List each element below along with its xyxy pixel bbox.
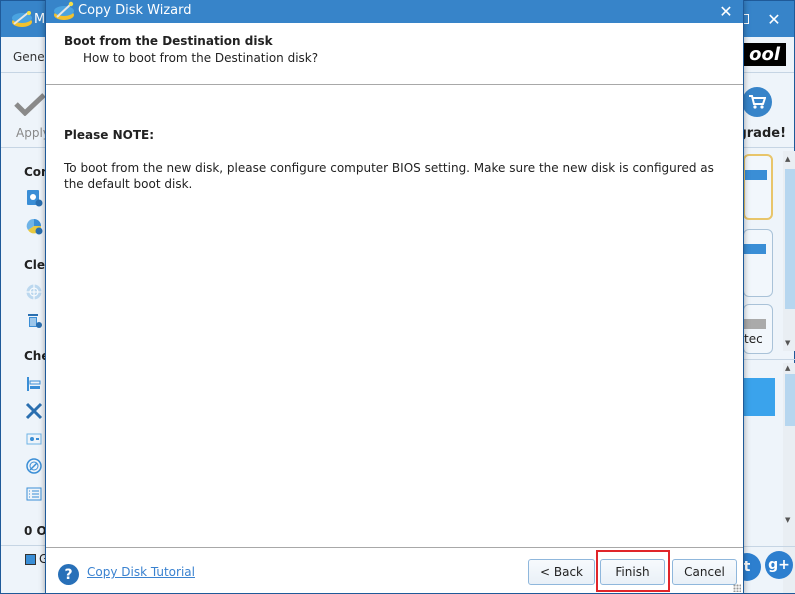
disk-card-selected[interactable]: [743, 154, 773, 220]
google-plus-icon[interactable]: g+: [765, 551, 793, 579]
wizard-body: Please NOTE: To boot from the new disk, …: [46, 86, 743, 546]
disk-usage-bar: [745, 170, 767, 180]
app-logo-icon: [12, 11, 32, 27]
step-subheading: How to boot from the Destination disk?: [83, 51, 319, 65]
disk-map-scroll-thumb[interactable]: [785, 169, 795, 309]
disk-card[interactable]: [743, 229, 773, 297]
disk-copy-icon[interactable]: [25, 189, 43, 207]
drive-icon[interactable]: [25, 430, 43, 448]
pending-operations-label: 0 O: [24, 524, 47, 538]
panel-divider: [743, 359, 795, 360]
disk-usage-bar: [744, 319, 766, 329]
finish-button[interactable]: Finish: [600, 559, 665, 585]
scroll-down-arrow[interactable]: ▼: [785, 516, 790, 524]
upgrade-label: grade!: [737, 126, 786, 141]
close-icon: ✕: [767, 9, 781, 29]
disk-usage-bar: [744, 244, 766, 254]
cancel-button[interactable]: Cancel: [672, 559, 737, 585]
wizard-logo-icon: [54, 1, 74, 20]
dialog-titlebar[interactable]: Copy Disk Wizard ✕: [46, 0, 743, 23]
scroll-up-arrow[interactable]: ▲: [785, 155, 790, 163]
partition-wizard-icon[interactable]: [25, 217, 43, 235]
trash-icon[interactable]: [25, 311, 43, 329]
checkmark-icon: [14, 93, 46, 116]
list-icon[interactable]: [25, 485, 43, 503]
panel-divider: [743, 546, 795, 547]
disk-label: tec: [744, 332, 763, 346]
dialog-title: Copy Disk Wizard: [78, 3, 192, 18]
disk-map-panel: tec ▲ ▼ ▲ ▼ t g+: [733, 149, 795, 594]
brand-logo: ool: [743, 43, 786, 66]
help-icon[interactable]: ?: [58, 564, 79, 585]
partition-list-scroll-thumb[interactable]: [785, 374, 795, 426]
wizard-step-header: Boot from the Destination disk How to bo…: [46, 23, 743, 85]
disk-wipe-icon[interactable]: [25, 283, 43, 301]
wizard-footer: ? Copy Disk Tutorial < Back Finish Cance…: [46, 547, 743, 594]
resize-grip[interactable]: [733, 584, 741, 592]
note-title: Please NOTE:: [64, 128, 155, 142]
tools-icon[interactable]: [25, 402, 43, 420]
partition-row-selected[interactable]: [743, 378, 775, 416]
step-heading: Boot from the Destination disk: [64, 34, 273, 48]
dialog-close-button[interactable]: ✕: [715, 0, 737, 22]
align-icon[interactable]: [25, 375, 43, 393]
cart-icon: [742, 87, 772, 117]
sidebar-divider: [1, 545, 49, 546]
copy-disk-wizard-dialog: Copy Disk Wizard ✕ Boot from the Destina…: [45, 0, 744, 594]
close-icon: ✕: [719, 1, 733, 21]
note-text: To boot from the new disk, please config…: [64, 161, 714, 191]
scroll-down-arrow[interactable]: ▼: [785, 339, 790, 347]
disk-card-unallocated[interactable]: tec: [743, 304, 773, 354]
copy-disk-tutorial-link[interactable]: Copy Disk Tutorial: [87, 565, 195, 579]
scroll-up-arrow[interactable]: ▲: [785, 364, 790, 372]
close-app-button[interactable]: ✕: [762, 7, 786, 31]
legend-swatch: [25, 554, 36, 565]
surface-test-icon[interactable]: [25, 457, 43, 475]
back-button[interactable]: < Back: [528, 559, 595, 585]
